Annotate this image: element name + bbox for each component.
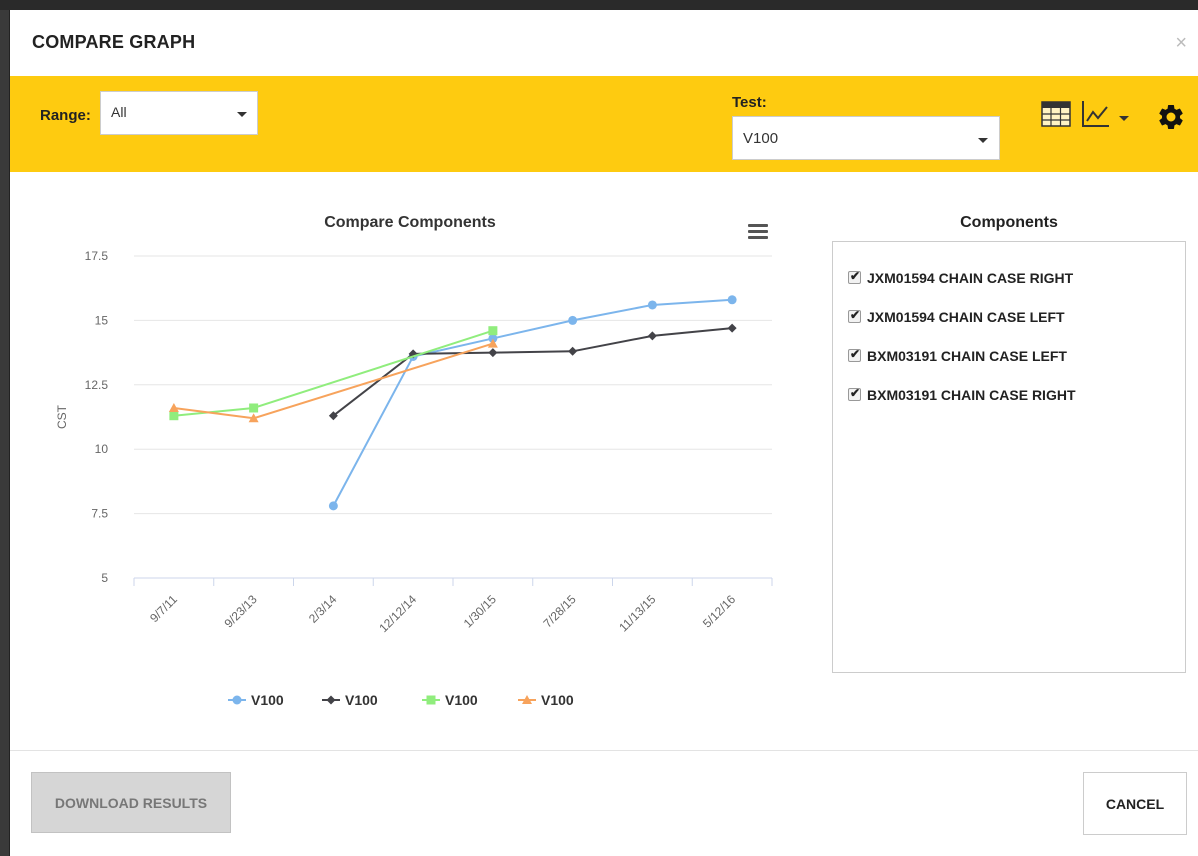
data-point xyxy=(568,315,578,325)
data-point xyxy=(488,348,498,358)
range-select[interactable]: All xyxy=(100,91,258,135)
range-select-value: All xyxy=(111,104,127,120)
legend-label: V100 xyxy=(445,692,478,708)
components-title: Components xyxy=(960,214,1058,231)
x-tick-label: 9/23/13 xyxy=(222,592,260,630)
data-point xyxy=(568,346,578,356)
gear-icon[interactable] xyxy=(1156,102,1186,132)
download-results-button[interactable]: DOWNLOAD RESULTS xyxy=(31,772,231,833)
y-axis-label: CST xyxy=(55,404,69,429)
legend-label: V100 xyxy=(345,692,378,708)
modal-title: COMPARE GRAPH xyxy=(32,32,196,52)
x-tick-label: 1/30/15 xyxy=(461,592,499,630)
table-icon[interactable] xyxy=(1041,100,1071,128)
component-label: BXM03191 CHAIN CASE LEFT xyxy=(867,347,1067,364)
test-select-value: V100 xyxy=(743,130,779,147)
line-chart: 5 7.5 10 12.5 15 17.5 CST 9/7/11 9/23/13 2/3/14 12… xyxy=(55,249,773,708)
checkbox[interactable] xyxy=(848,269,861,284)
component-label: BXM03191 CHAIN CASE RIGHT xyxy=(867,386,1076,403)
data-point xyxy=(249,403,259,413)
data-point xyxy=(727,295,737,305)
data-point xyxy=(328,501,338,511)
data-point xyxy=(647,331,657,341)
chevron-down-icon[interactable] xyxy=(1119,116,1129,121)
legend-marker xyxy=(426,695,436,705)
modal-header: COMPARE GRAPH × xyxy=(10,10,1198,76)
range-label: Range: xyxy=(40,107,91,124)
series-line xyxy=(173,329,494,417)
chevron-down-icon xyxy=(237,112,247,117)
component-checkbox-item[interactable]: JXM01594 CHAIN CASE RIGHT xyxy=(833,258,1185,297)
y-tick-label: 10 xyxy=(95,442,109,456)
legend-label: V100 xyxy=(251,692,284,708)
x-tick-label: 12/12/14 xyxy=(376,592,419,635)
test-label: Test: xyxy=(732,94,767,111)
cancel-button[interactable]: CANCEL xyxy=(1083,772,1187,835)
legend-marker xyxy=(232,695,242,705)
x-tick-label: 9/7/11 xyxy=(147,592,180,625)
component-checkbox-item[interactable]: BXM03191 CHAIN CASE RIGHT xyxy=(833,375,1185,414)
series-line xyxy=(332,298,733,507)
checkbox[interactable] xyxy=(848,308,861,323)
data-point xyxy=(647,300,657,310)
data-point xyxy=(727,323,737,333)
chevron-down-icon xyxy=(978,138,988,143)
close-icon[interactable]: × xyxy=(1175,32,1187,55)
line-chart-icon[interactable] xyxy=(1081,99,1111,129)
component-label: JXM01594 CHAIN CASE LEFT xyxy=(867,308,1065,325)
y-tick-label: 7.5 xyxy=(91,507,108,521)
y-tick-label: 15 xyxy=(95,313,109,327)
component-label: JXM01594 CHAIN CASE RIGHT xyxy=(867,269,1074,286)
checkbox[interactable] xyxy=(848,386,861,401)
legend-label: V100 xyxy=(541,692,574,708)
series-line xyxy=(173,342,494,420)
filter-toolbar: Range: All Test: V100 xyxy=(10,76,1198,172)
checkbox[interactable] xyxy=(848,347,861,362)
compare-chart: Compare Components 5 7.5 10 12.5 15 17.5 CST 9/… xyxy=(10,172,810,752)
y-tick-label: 17.5 xyxy=(85,249,109,263)
legend-marker xyxy=(326,695,336,705)
components-list: JXM01594 CHAIN CASE RIGHT JXM01594 CHAIN… xyxy=(832,241,1186,673)
background-app-strip xyxy=(0,0,1198,10)
data-point xyxy=(169,411,179,421)
y-tick-label: 5 xyxy=(101,571,108,585)
series-line xyxy=(332,327,733,417)
footer-divider xyxy=(10,750,1198,751)
test-select[interactable]: V100 xyxy=(732,116,1000,160)
component-checkbox-item[interactable]: BXM03191 CHAIN CASE LEFT xyxy=(833,336,1185,375)
x-tick-label: 5/12/16 xyxy=(700,592,738,630)
y-tick-label: 12.5 xyxy=(85,378,109,392)
compare-graph-modal: COMPARE GRAPH × Range: All Test: V100 Co… xyxy=(9,10,1198,856)
x-tick-label: 11/13/15 xyxy=(616,592,659,635)
component-checkbox-item[interactable]: JXM01594 CHAIN CASE LEFT xyxy=(833,297,1185,336)
x-tick-label: 2/3/14 xyxy=(306,592,340,626)
x-tick-label: 7/28/15 xyxy=(541,592,579,630)
data-point xyxy=(488,326,498,336)
